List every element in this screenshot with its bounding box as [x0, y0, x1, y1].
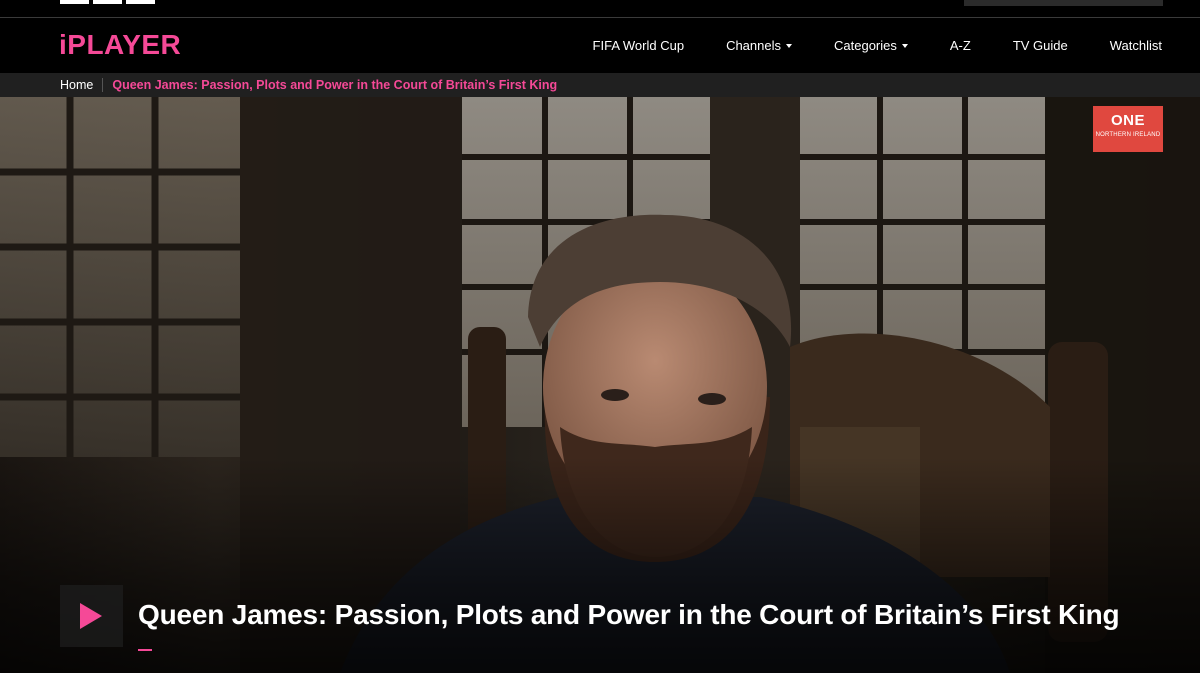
nav-item-channels[interactable]: Channels — [726, 38, 792, 53]
channel-name: ONE — [1110, 112, 1145, 129]
iplayer-nav: iPLAYER FIFA World Cup Channels Categori… — [0, 18, 1200, 73]
nav-item-a-z[interactable]: A-Z — [950, 38, 971, 53]
hero-banner: ONE NORTHERN IRELAND Queen James: Passio… — [0, 97, 1200, 673]
nav-item-label: FIFA World Cup — [592, 38, 685, 53]
breadcrumb-divider — [102, 78, 104, 92]
caret-down-icon — [786, 43, 792, 48]
nav-item-label: A-Z — [949, 38, 971, 53]
bbc-logo[interactable] — [60, 0, 155, 4]
bbc-masthead — [0, 0, 1200, 18]
search-box[interactable] — [964, 0, 1163, 6]
nav-item-categories[interactable]: Categories — [834, 38, 908, 53]
title-accent-line — [138, 649, 152, 651]
channel-region: NORTHERN IRELAND — [1095, 132, 1161, 138]
breadcrumb-home[interactable]: Home — [60, 78, 93, 92]
caret-down-icon — [901, 43, 908, 48]
nav-item-label: Categories — [834, 38, 897, 53]
nav-item-fifa-world-cup[interactable]: FIFA World Cup — [593, 38, 685, 53]
play-button[interactable] — [60, 585, 123, 647]
breadcrumb-current: Queen James: Passion, Plots and Power in… — [112, 78, 558, 92]
nav-item-tv-guide[interactable]: TV Guide — [1013, 38, 1068, 53]
nav-item-label: Watchlist — [1109, 38, 1162, 53]
nav-item-label: Channels — [726, 38, 781, 53]
programme-title: Queen James: Passion, Plots and Power in… — [138, 599, 1120, 630]
play-icon — [80, 603, 102, 629]
iplayer-logo[interactable]: iPLAYER — [59, 29, 181, 61]
nav-links: FIFA World Cup Channels Categories A-Z T… — [551, 18, 1162, 73]
nav-item-watchlist[interactable]: Watchlist — [1110, 38, 1162, 53]
channel-badge: ONE NORTHERN IRELAND — [1093, 106, 1163, 152]
nav-item-label: TV Guide — [1012, 38, 1068, 53]
breadcrumb: Home Queen James: Passion, Plots and Pow… — [0, 73, 1200, 97]
hero-gradient-overlay — [0, 457, 1200, 673]
